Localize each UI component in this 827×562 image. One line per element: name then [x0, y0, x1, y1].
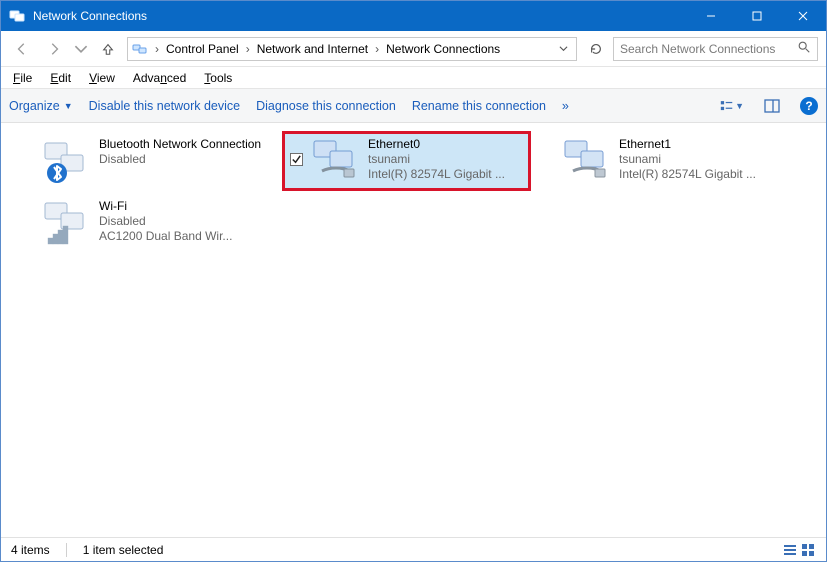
menu-bar: File Edit View Advanced Tools: [1, 67, 826, 89]
status-bar: 4 items 1 item selected: [1, 537, 826, 561]
address-bar[interactable]: › Control Panel › Network and Internet ›…: [127, 37, 577, 61]
location-icon: [132, 41, 148, 57]
address-dropdown-button[interactable]: [555, 42, 572, 56]
search-box[interactable]: Search Network Connections: [613, 37, 818, 61]
ethernet-adapter-icon: [312, 137, 360, 185]
separator: [66, 543, 67, 557]
overflow-button[interactable]: »: [562, 99, 569, 113]
connection-name: Ethernet1: [619, 137, 798, 152]
content-area[interactable]: Bluetooth Network Connection Disabled Et…: [1, 123, 826, 537]
disable-device-button[interactable]: Disable this network device: [89, 99, 240, 113]
connection-status: tsunami: [368, 152, 523, 167]
menu-advanced[interactable]: Advanced: [129, 69, 190, 87]
connection-detail: AC1200 Dual Band Wir...: [99, 229, 278, 244]
menu-edit[interactable]: Edit: [46, 69, 75, 87]
ethernet-adapter-icon: [563, 137, 611, 185]
title-bar: Network Connections: [1, 1, 826, 31]
search-placeholder: Search Network Connections: [620, 42, 797, 56]
rename-button[interactable]: Rename this connection: [412, 99, 546, 113]
help-button[interactable]: ?: [800, 97, 818, 115]
menu-file[interactable]: File: [9, 69, 36, 87]
details-view-button[interactable]: [782, 542, 798, 558]
maximize-button[interactable]: [734, 1, 780, 31]
connection-name: Wi-Fi: [99, 199, 278, 214]
minimize-button[interactable]: [688, 1, 734, 31]
up-button[interactable]: [95, 36, 121, 62]
window-title: Network Connections: [33, 9, 688, 23]
wifi-adapter-icon: [43, 199, 91, 247]
connection-detail: Intel(R) 82574L Gigabit ...: [368, 167, 523, 182]
chevron-right-icon[interactable]: ›: [372, 42, 382, 56]
chevron-right-icon[interactable]: ›: [152, 42, 162, 56]
preview-pane-button[interactable]: [760, 98, 784, 114]
selection-checkbox[interactable]: [288, 153, 304, 166]
organize-button[interactable]: Organize ▼: [9, 99, 73, 113]
chevron-right-icon[interactable]: ›: [243, 42, 253, 56]
connection-status: Disabled: [99, 152, 278, 167]
breadcrumb-item[interactable]: Network and Internet: [255, 42, 370, 56]
status-item-count: 4 items: [11, 543, 50, 557]
menu-view[interactable]: View: [85, 69, 119, 87]
recent-locations-button[interactable]: [73, 36, 89, 62]
breadcrumb-item[interactable]: Network Connections: [384, 42, 502, 56]
connection-name: Ethernet0: [368, 137, 523, 152]
chevron-down-icon: ▼: [64, 101, 73, 111]
connection-status: Disabled: [99, 214, 278, 229]
connection-detail: Intel(R) 82574L Gigabit ...: [619, 167, 798, 182]
menu-tools[interactable]: Tools: [200, 69, 236, 87]
connection-item-bluetooth[interactable]: Bluetooth Network Connection Disabled: [39, 133, 284, 189]
connection-name: Bluetooth Network Connection: [99, 137, 278, 152]
diagnose-button[interactable]: Diagnose this connection: [256, 99, 396, 113]
connections-grid: Bluetooth Network Connection Disabled Et…: [9, 133, 818, 257]
app-icon: [9, 8, 25, 24]
command-bar: Organize ▼ Disable this network device D…: [1, 89, 826, 123]
connection-status: tsunami: [619, 152, 798, 167]
search-icon: [797, 40, 811, 57]
connection-item-ethernet0[interactable]: Ethernet0 tsunami Intel(R) 82574L Gigabi…: [284, 133, 529, 189]
large-icons-view-button[interactable]: [800, 542, 816, 558]
refresh-button[interactable]: [585, 38, 607, 60]
breadcrumb-item[interactable]: Control Panel: [164, 42, 241, 56]
view-options-button[interactable]: ▼: [720, 98, 744, 114]
navigation-row: › Control Panel › Network and Internet ›…: [1, 31, 826, 67]
status-selected-count: 1 item selected: [83, 543, 164, 557]
bluetooth-adapter-icon: [43, 137, 91, 185]
forward-button[interactable]: [41, 36, 67, 62]
close-button[interactable]: [780, 1, 826, 31]
connection-item-ethernet1[interactable]: Ethernet1 tsunami Intel(R) 82574L Gigabi…: [559, 133, 804, 189]
connection-item-wifi[interactable]: Wi-Fi Disabled AC1200 Dual Band Wir...: [39, 195, 284, 251]
back-button[interactable]: [9, 36, 35, 62]
